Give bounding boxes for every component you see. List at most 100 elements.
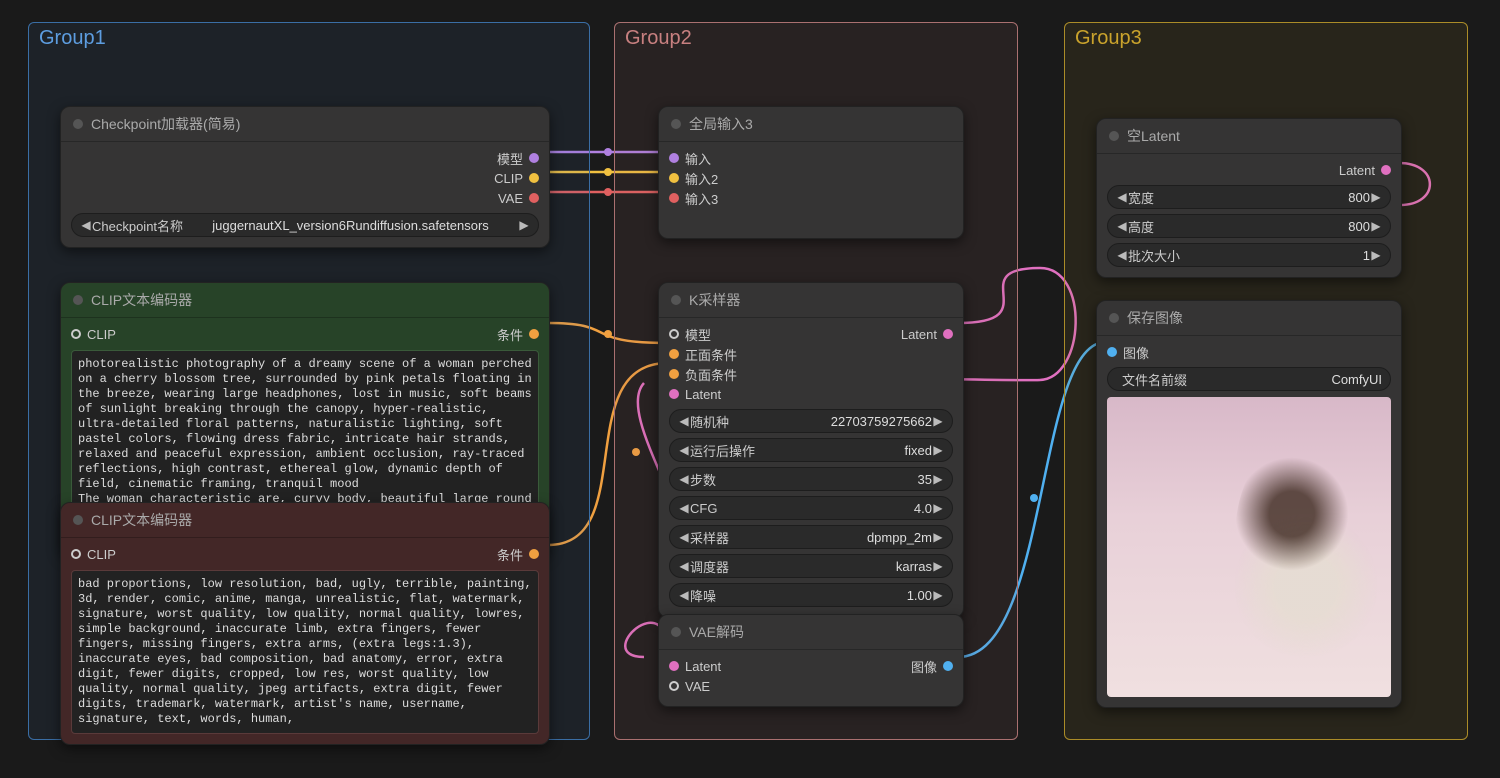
output-latent[interactable]: Latent bbox=[901, 327, 953, 342]
node-checkpoint-loader[interactable]: Checkpoint加载器(简易) 模型 CLIP VAE ◀ Checkpoi… bbox=[60, 106, 550, 248]
chevron-right-icon[interactable]: ▶ bbox=[518, 218, 530, 232]
port-dot-icon[interactable] bbox=[529, 193, 539, 203]
input-clip[interactable]: CLIP bbox=[71, 547, 116, 562]
input-1[interactable]: 输入 bbox=[669, 148, 953, 168]
latent-width[interactable]: ◀宽度800▶ bbox=[1107, 185, 1391, 209]
node-header[interactable]: VAE解码 bbox=[659, 615, 963, 650]
chevron-left-icon[interactable]: ◀ bbox=[678, 501, 690, 515]
input-2[interactable]: 输入2 bbox=[669, 168, 953, 188]
ksampler-after-generate[interactable]: ◀运行后操作fixed▶ bbox=[669, 438, 953, 462]
input-image[interactable]: 图像 bbox=[1107, 342, 1391, 362]
port-dot-icon[interactable] bbox=[669, 661, 679, 671]
port-dot-icon[interactable] bbox=[669, 349, 679, 359]
checkpoint-name-select[interactable]: ◀ Checkpoint名称 juggernautXL_version6Rund… bbox=[71, 213, 539, 237]
collapse-dot-icon[interactable] bbox=[73, 295, 83, 305]
collapse-dot-icon[interactable] bbox=[671, 119, 681, 129]
ksampler-scheduler[interactable]: ◀调度器karras▶ bbox=[669, 554, 953, 578]
chevron-right-icon[interactable]: ▶ bbox=[1370, 219, 1382, 233]
port-dot-icon[interactable] bbox=[669, 173, 679, 183]
port-dot-icon[interactable] bbox=[1107, 347, 1117, 357]
port-dot-icon[interactable] bbox=[669, 193, 679, 203]
chevron-left-icon[interactable]: ◀ bbox=[80, 218, 92, 232]
chevron-left-icon[interactable]: ◀ bbox=[678, 414, 690, 428]
chevron-right-icon[interactable]: ▶ bbox=[932, 443, 944, 457]
input-clip[interactable]: CLIP bbox=[71, 327, 116, 342]
collapse-dot-icon[interactable] bbox=[73, 515, 83, 525]
chevron-right-icon[interactable]: ▶ bbox=[932, 559, 944, 573]
ksampler-seed[interactable]: ◀随机种22703759275662▶ bbox=[669, 409, 953, 433]
node-vae-decode[interactable]: VAE解码 Latent 图像 VAE bbox=[658, 614, 964, 707]
input-positive[interactable]: 正面条件 bbox=[669, 344, 953, 364]
chevron-left-icon[interactable]: ◀ bbox=[678, 588, 690, 602]
node-header[interactable]: K采样器 bbox=[659, 283, 963, 318]
ksampler-sampler[interactable]: ◀采样器dpmpp_2m▶ bbox=[669, 525, 953, 549]
port-dot-icon[interactable] bbox=[669, 329, 679, 339]
port-dot-icon[interactable] bbox=[943, 661, 953, 671]
chevron-right-icon[interactable]: ▶ bbox=[932, 501, 944, 515]
node-header[interactable]: 全局输入3 bbox=[659, 107, 963, 142]
chevron-left-icon[interactable]: ◀ bbox=[678, 559, 690, 573]
input-3[interactable]: 输入3 bbox=[669, 188, 953, 208]
output-latent[interactable]: Latent bbox=[1107, 160, 1391, 180]
ksampler-cfg[interactable]: ◀CFG4.0▶ bbox=[669, 496, 953, 520]
port-dot-icon[interactable] bbox=[71, 549, 81, 559]
chevron-right-icon[interactable]: ▶ bbox=[1370, 190, 1382, 204]
node-save-image[interactable]: 保存图像 图像 文件名前缀ComfyUI bbox=[1096, 300, 1402, 708]
node-clip-text-encode-negative[interactable]: CLIP文本编码器 CLIP 条件 bad proportions, low r… bbox=[60, 502, 550, 745]
collapse-dot-icon[interactable] bbox=[1109, 313, 1119, 323]
chevron-left-icon[interactable]: ◀ bbox=[1116, 219, 1128, 233]
port-dot-icon[interactable] bbox=[669, 681, 679, 691]
node-header[interactable]: CLIP文本编码器 bbox=[61, 503, 549, 538]
chevron-right-icon[interactable]: ▶ bbox=[1370, 248, 1382, 262]
chevron-left-icon[interactable]: ◀ bbox=[1116, 248, 1128, 262]
output-image[interactable]: 图像 bbox=[911, 657, 953, 676]
port-dot-icon[interactable] bbox=[669, 389, 679, 399]
port-dot-icon[interactable] bbox=[529, 173, 539, 183]
node-empty-latent[interactable]: 空Latent Latent ◀宽度800▶ ◀高度800▶ ◀批次大小1▶ bbox=[1096, 118, 1402, 278]
prompt-textarea[interactable]: bad proportions, low resolution, bad, ug… bbox=[71, 570, 539, 734]
port-dot-icon[interactable] bbox=[669, 153, 679, 163]
input-latent[interactable]: Latent bbox=[669, 384, 953, 404]
node-ksampler[interactable]: K采样器 模型 Latent 正面条件 负面条件 Latent ◀随机种2270… bbox=[658, 282, 964, 618]
ksampler-denoise[interactable]: ◀降噪1.00▶ bbox=[669, 583, 953, 607]
ksampler-steps[interactable]: ◀步数35▶ bbox=[669, 467, 953, 491]
latent-height[interactable]: ◀高度800▶ bbox=[1107, 214, 1391, 238]
collapse-dot-icon[interactable] bbox=[671, 295, 681, 305]
node-graph-canvas[interactable]: Group1 Group2 Group3 Checkpoint加载器(简易) 模… bbox=[0, 0, 1500, 778]
node-header[interactable]: 空Latent bbox=[1097, 119, 1401, 154]
port-dot-icon[interactable] bbox=[529, 329, 539, 339]
filename-prefix[interactable]: 文件名前缀ComfyUI bbox=[1107, 367, 1391, 391]
node-header[interactable]: 保存图像 bbox=[1097, 301, 1401, 336]
port-dot-icon[interactable] bbox=[943, 329, 953, 339]
chevron-right-icon[interactable]: ▶ bbox=[932, 472, 944, 486]
chevron-right-icon[interactable]: ▶ bbox=[932, 530, 944, 544]
output-clip[interactable]: CLIP bbox=[71, 168, 539, 188]
node-global-input-3[interactable]: 全局输入3 输入 输入2 输入3 bbox=[658, 106, 964, 239]
port-dot-icon[interactable] bbox=[669, 369, 679, 379]
output-conditioning[interactable]: 条件 bbox=[497, 545, 539, 564]
latent-batch[interactable]: ◀批次大小1▶ bbox=[1107, 243, 1391, 267]
node-header[interactable]: CLIP文本编码器 bbox=[61, 283, 549, 318]
chevron-left-icon[interactable]: ◀ bbox=[678, 443, 690, 457]
chevron-left-icon[interactable]: ◀ bbox=[678, 472, 690, 486]
chevron-left-icon[interactable]: ◀ bbox=[678, 530, 690, 544]
collapse-dot-icon[interactable] bbox=[671, 627, 681, 637]
port-dot-icon[interactable] bbox=[71, 329, 81, 339]
output-vae[interactable]: VAE bbox=[71, 188, 539, 208]
chevron-right-icon[interactable]: ▶ bbox=[932, 414, 944, 428]
output-conditioning[interactable]: 条件 bbox=[497, 325, 539, 344]
input-latent[interactable]: Latent bbox=[669, 659, 721, 674]
port-dot-icon[interactable] bbox=[1381, 165, 1391, 175]
port-dot-icon[interactable] bbox=[529, 549, 539, 559]
chevron-right-icon[interactable]: ▶ bbox=[932, 588, 944, 602]
chevron-left-icon[interactable]: ◀ bbox=[1116, 190, 1128, 204]
port-dot-icon[interactable] bbox=[529, 153, 539, 163]
input-vae[interactable]: VAE bbox=[669, 676, 953, 696]
output-model[interactable]: 模型 bbox=[71, 148, 539, 168]
input-negative[interactable]: 负面条件 bbox=[669, 364, 953, 384]
input-model[interactable]: 模型 bbox=[669, 325, 711, 344]
output-image-preview[interactable] bbox=[1107, 397, 1391, 697]
collapse-dot-icon[interactable] bbox=[1109, 131, 1119, 141]
collapse-dot-icon[interactable] bbox=[73, 119, 83, 129]
node-header[interactable]: Checkpoint加载器(简易) bbox=[61, 107, 549, 142]
